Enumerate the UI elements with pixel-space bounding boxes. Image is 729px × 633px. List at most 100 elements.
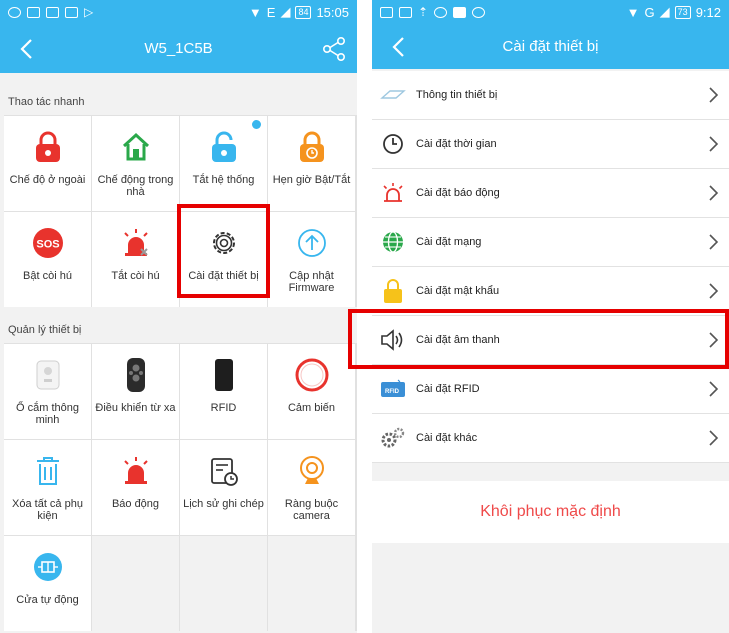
status-bar: ⇡ ▼ G ◢ 73 9:12: [372, 0, 729, 24]
device-item-history[interactable]: Lịch sử ghi chép: [180, 440, 267, 535]
back-arrow-icon[interactable]: [14, 34, 40, 64]
chevron-right-icon: [709, 136, 719, 152]
device-item-label: Cửa tự động: [16, 594, 79, 606]
play-store-icon: ▷: [84, 5, 94, 19]
device-item-auto-door[interactable]: Cửa tự động: [4, 536, 91, 631]
alarm-icon: [380, 180, 406, 206]
empty-cell: [180, 536, 267, 631]
chevron-right-icon: [709, 430, 719, 446]
quick-action-label: Cập nhật Firmware: [288, 270, 335, 294]
main-screen: ▷ ▼ E ◢ 84 15:05 W5_1C5B Thao tác nhanh: [0, 0, 357, 633]
device-item-label: RFID: [210, 402, 237, 414]
settings-menu: Thông tin thiết bị Cài đặt thời gian Cài…: [372, 71, 729, 463]
camera-notification-icon: [472, 6, 486, 18]
quick-action-label: Chế động trong nhà: [97, 174, 174, 198]
clock-time: 15:05: [316, 4, 349, 20]
device-item-alarm[interactable]: Báo động: [92, 440, 179, 535]
menu-item-password-settings[interactable]: Cài đặt mật khẩu: [372, 267, 729, 316]
device-item-label: Báo động: [111, 498, 160, 510]
status-bar: ▷ ▼ E ◢ 84 15:05: [0, 0, 357, 24]
message-notification-icon: [27, 6, 40, 18]
speaker-icon: [380, 327, 406, 353]
menu-item-alarm-settings[interactable]: Cài đặt báo động: [372, 169, 729, 218]
message-notification-icon: [399, 6, 412, 18]
device-item-camera-binding[interactable]: Ràng buộc camera: [268, 440, 355, 535]
quick-action-disarm[interactable]: Tắt hệ thống: [180, 116, 267, 211]
camera-icon: [295, 454, 329, 488]
image-notification-icon: [46, 6, 59, 18]
lock-icon: [380, 278, 406, 304]
network-type: E: [266, 4, 276, 20]
menu-item-network-settings[interactable]: Cài đặt mạng: [372, 218, 729, 267]
rfid-icon: RFID: [380, 376, 406, 402]
history-icon: [207, 454, 241, 488]
quick-action-label: Bật còi hú: [23, 270, 72, 282]
device-item-remove-all[interactable]: Xóa tất cả phụ kiện: [4, 440, 91, 535]
device-item-label: Xóa tất cả phụ kiện: [12, 498, 83, 522]
trash-icon: [31, 454, 65, 488]
home-icon: [119, 130, 153, 164]
device-item-sensor[interactable]: Cảm biến: [268, 344, 355, 439]
gears-icon: [380, 425, 406, 451]
svg-text:RFID: RFID: [385, 389, 400, 395]
menu-item-label: Cài đặt mạng: [416, 236, 482, 248]
quick-action-home-mode[interactable]: Chế động trong nhà: [92, 116, 179, 211]
device-item-label: Cảm biến: [287, 402, 336, 414]
quick-action-away-mode[interactable]: Chế độ ở ngoài: [4, 116, 91, 211]
quick-action-label: Cài đặt thiết bị: [188, 270, 259, 282]
device-item-label: Ràng buộc camera: [284, 498, 339, 522]
settings-screen: ⇡ ▼ G ◢ 73 9:12 Cài đặt thiết bị Thông t…: [372, 0, 729, 633]
quick-action-siren-on[interactable]: SOS Bật còi hú: [4, 212, 91, 307]
info-icon: [380, 82, 406, 108]
alarm-off-icon: [119, 226, 153, 260]
quick-action-firmware-update[interactable]: Cập nhật Firmware: [268, 212, 355, 307]
menu-item-label: Cài đặt khác: [416, 432, 478, 444]
app-notification-icon: [65, 6, 78, 18]
battery-level: 84: [295, 5, 312, 19]
globe-icon: [380, 229, 406, 255]
chevron-right-icon: [709, 283, 719, 299]
lock-timer-icon: [295, 130, 329, 164]
device-item-remote[interactable]: Điều khiển từ xa: [92, 344, 179, 439]
wifi-icon: ▼: [626, 4, 640, 20]
menu-item-rfid-settings[interactable]: RFID Cài đặt RFID: [372, 365, 729, 414]
menu-item-other-settings[interactable]: Cài đặt khác: [372, 414, 729, 463]
menu-item-time-settings[interactable]: Cài đặt thời gian: [372, 120, 729, 169]
device-item-rfid[interactable]: RFID: [180, 344, 267, 439]
wifi-icon: ▼: [248, 4, 262, 20]
empty-cell: [268, 536, 355, 631]
quick-action-label: Hẹn giờ Bật/Tắt: [272, 174, 351, 186]
menu-item-label: Cài đặt mật khẩu: [416, 285, 500, 297]
rfid-tag-icon: [207, 358, 241, 392]
unlock-icon: [207, 130, 241, 164]
image-notification-icon: [380, 6, 393, 18]
share-icon[interactable]: [321, 36, 347, 62]
quick-actions-grid: Chế độ ở ngoài Chế động trong nhà Tắt hệ…: [4, 115, 357, 307]
sos-icon: SOS: [31, 226, 65, 260]
quick-action-siren-off[interactable]: Tắt còi hú: [92, 212, 179, 307]
quick-action-device-settings[interactable]: Cài đặt thiết bị: [180, 212, 267, 307]
page-title: Cài đặt thiết bị: [502, 38, 599, 55]
signal-icon: ◢: [280, 4, 291, 19]
back-arrow-icon[interactable]: [386, 32, 412, 62]
menu-item-sound-settings[interactable]: Cài đặt âm thanh: [372, 316, 729, 365]
svg-text:SOS: SOS: [36, 239, 59, 251]
sync-icon: [434, 6, 448, 18]
device-item-label: Lịch sử ghi chép: [183, 498, 264, 510]
chevron-right-icon: [709, 185, 719, 201]
menu-item-label: Cài đặt thời gian: [416, 138, 497, 150]
alarm-icon: [119, 454, 153, 488]
menu-item-device-info[interactable]: Thông tin thiết bị: [372, 71, 729, 120]
quick-action-label: Tắt còi hú: [111, 270, 160, 282]
device-management-grid: Ổ cắm thông minh Điều khiển từ xa RFID C…: [4, 343, 357, 631]
clock-time: 9:12: [695, 4, 721, 20]
device-item-label: Ổ cắm thông minh: [16, 402, 79, 426]
notification-dot: [252, 120, 261, 129]
gear-icon: [207, 226, 241, 260]
restore-defaults-button[interactable]: Khôi phục mặc định: [372, 481, 729, 543]
signal-icon: ◢: [659, 4, 670, 19]
quick-action-timer[interactable]: Hẹn giờ Bật/Tắt: [268, 116, 355, 211]
device-item-smart-plug[interactable]: Ổ cắm thông minh: [4, 344, 91, 439]
menu-item-label: Cài đặt RFID: [416, 383, 480, 395]
chevron-right-icon: [709, 381, 719, 397]
